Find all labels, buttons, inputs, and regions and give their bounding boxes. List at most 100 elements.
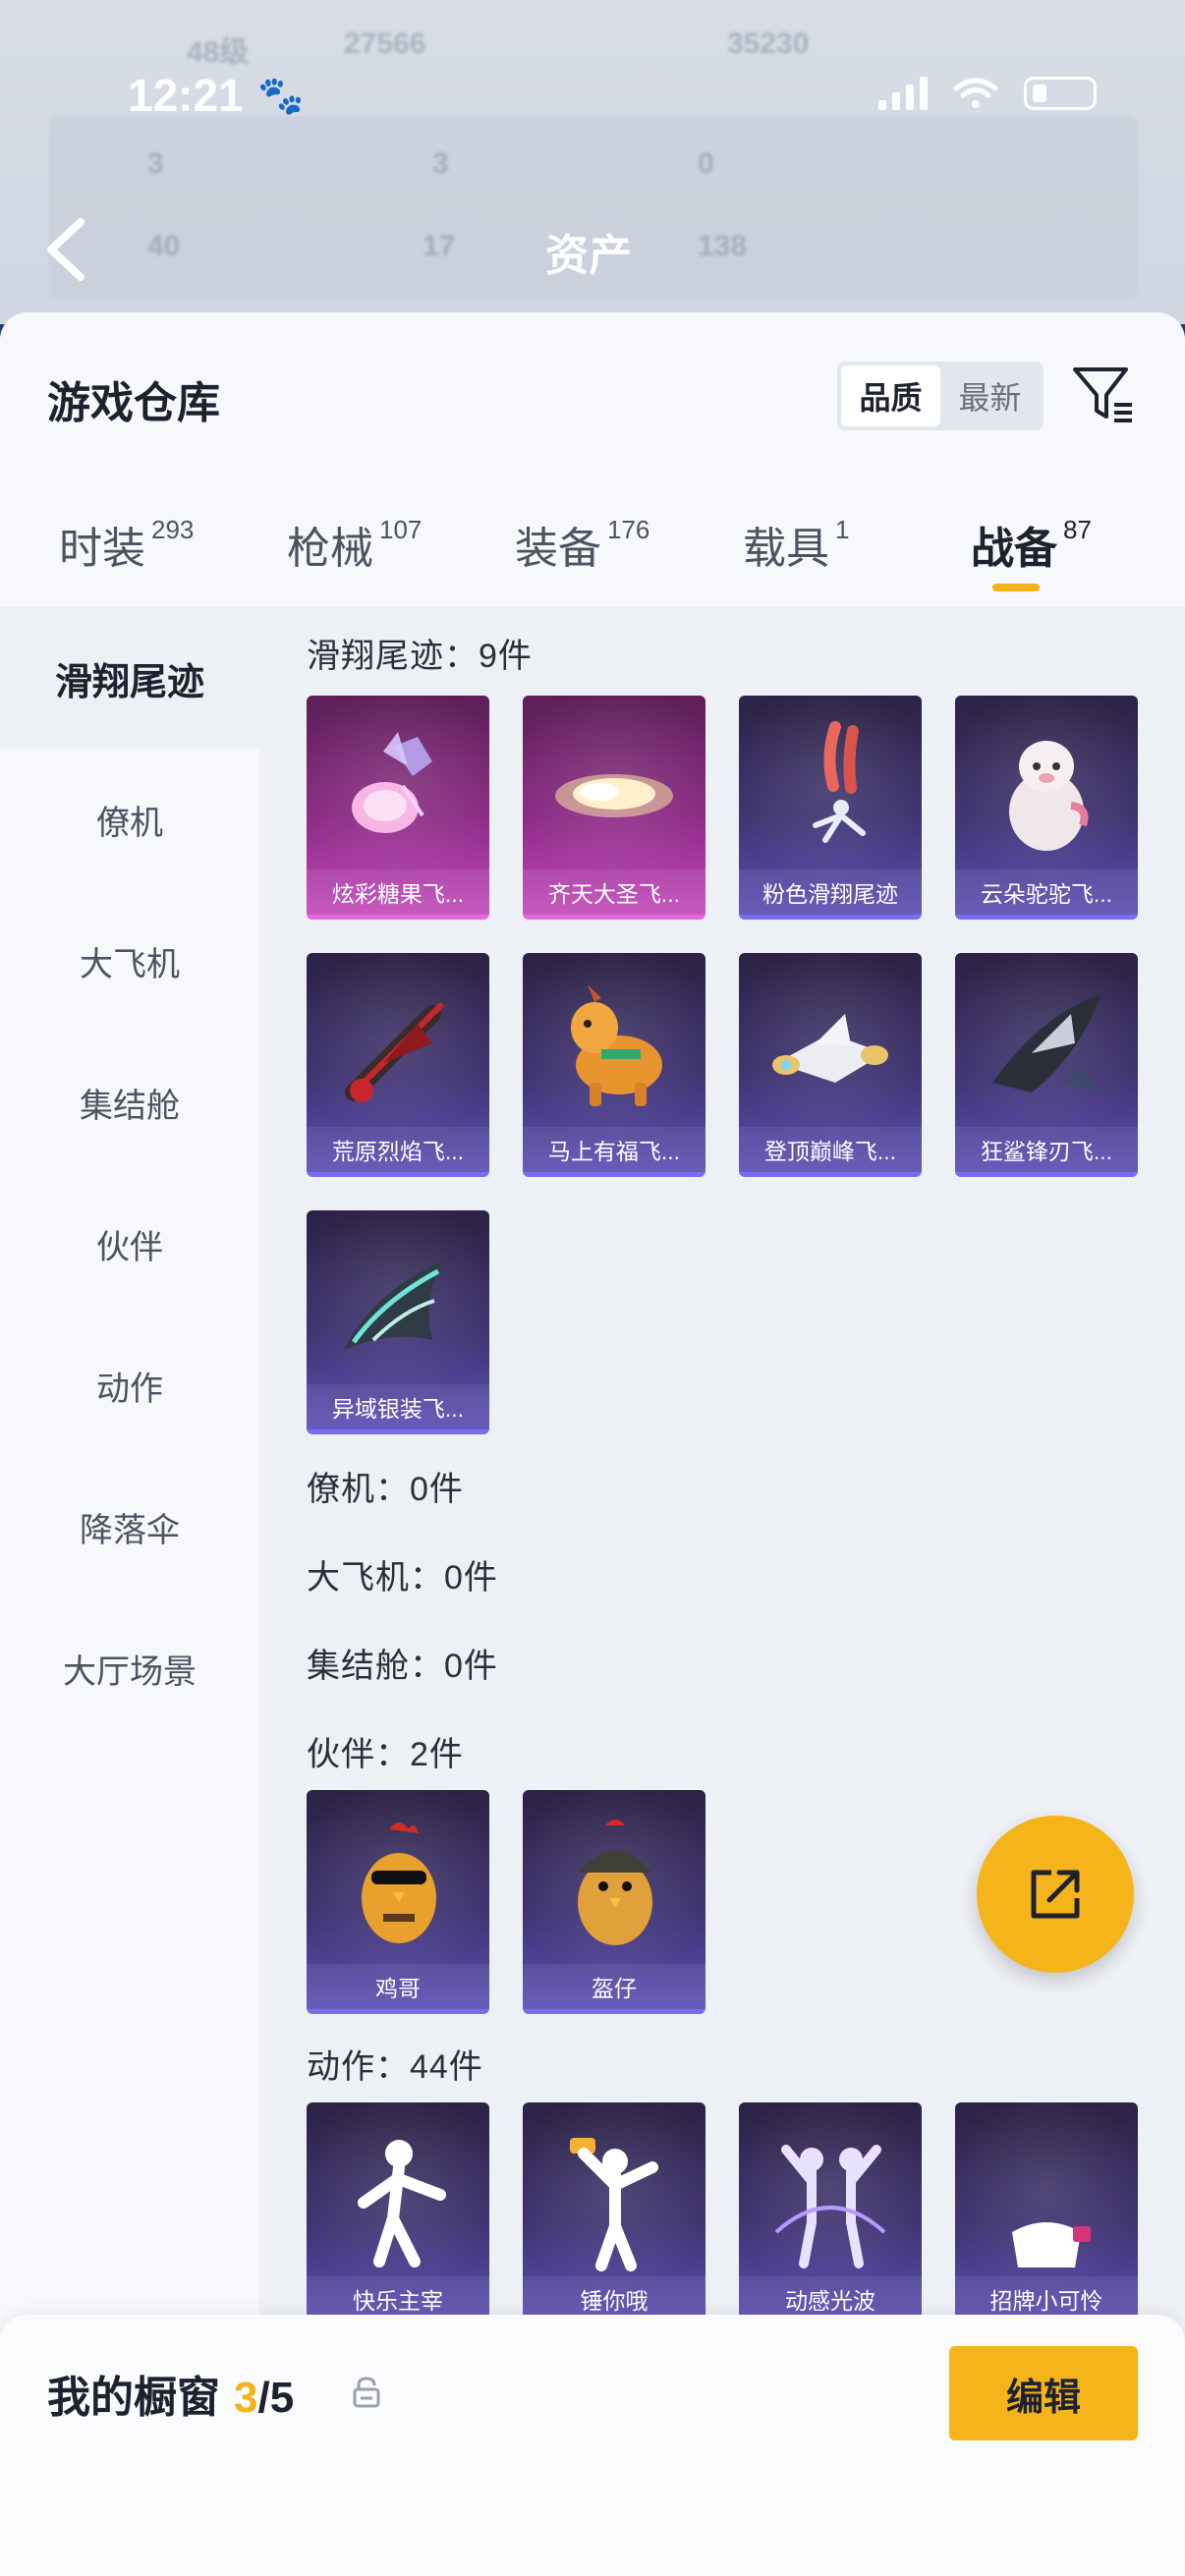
showcase-title: 我的橱窗 3 /5 xyxy=(47,2362,294,2425)
tab-guns[interactable]: 枪械 107 xyxy=(287,513,422,576)
tab-vehicles[interactable]: 载具 1 xyxy=(743,513,849,576)
sort-quality-button[interactable]: 品质 xyxy=(841,365,940,426)
item-name: 盔仔 xyxy=(523,1964,705,2009)
item-name: 狂鲨锋刃飞... xyxy=(955,1127,1138,1172)
item-card[interactable]: 异域银装飞... xyxy=(307,1210,489,1434)
sidebar-item-partner[interactable]: 伙伴 xyxy=(0,1173,259,1315)
tab-label: 时装 xyxy=(59,525,145,573)
section-label-glide: 滑翔尾迹：9件 xyxy=(307,638,533,675)
sidebar-item-big-plane[interactable]: 大飞机 xyxy=(0,890,259,1032)
assets-title: 资产 xyxy=(545,232,632,280)
tab-count: 1 xyxy=(835,515,850,544)
tab-count: 293 xyxy=(151,515,195,544)
tab-count: 87 xyxy=(1063,515,1092,544)
section-label-partner: 伙伴：2件 xyxy=(307,1736,464,1773)
battery-icon xyxy=(1024,77,1097,110)
tab-combat-gear[interactable]: 战备 87 xyxy=(971,513,1092,576)
section-label-action: 动作：44件 xyxy=(307,2048,483,2086)
item-card[interactable]: 狂鲨锋刃飞... xyxy=(955,953,1138,1177)
sidebar-item-capsule[interactable]: 集结舱 xyxy=(0,1032,259,1173)
showcase-total-count: /5 xyxy=(257,2374,295,2422)
item-card[interactable]: 招牌小可怜 xyxy=(955,2102,1138,2326)
item-card[interactable]: 云朵驼驼飞... xyxy=(955,696,1138,920)
sheet-title: 游戏仓库 xyxy=(47,379,220,427)
sort-toggle: 品质 最新 xyxy=(837,362,1044,430)
light-wave-pose-icon xyxy=(774,2145,886,2268)
item-card[interactable]: 动感光波 xyxy=(739,2102,922,2326)
item-card[interactable]: 马上有福飞... xyxy=(523,953,705,1177)
item-card[interactable]: 锤你哦 xyxy=(523,2102,705,2326)
item-card[interactable]: 鸡哥 xyxy=(307,1790,489,2014)
pitiful-pose-icon xyxy=(1012,2222,1091,2268)
tab-label: 战备 xyxy=(971,525,1057,573)
sidebar-item-glide-trail[interactable]: 滑翔尾迹 xyxy=(0,607,259,749)
hammer-pose-icon xyxy=(570,2138,658,2271)
section-label-wingman: 僚机：0件 xyxy=(307,1471,464,1508)
stat-value: 0 xyxy=(698,147,714,180)
paw-icon: 🐾 xyxy=(257,76,305,117)
section-label-capsule: 集结舱：0件 xyxy=(307,1648,498,1685)
candy-bouquet-icon xyxy=(352,732,432,833)
flame-glider-icon xyxy=(345,1001,445,1102)
item-name: 荒原烈焰飞... xyxy=(307,1127,489,1172)
status-time: 12:21 xyxy=(128,70,244,121)
item-card[interactable]: 粉色滑翔尾迹 xyxy=(739,696,922,920)
sidebar-item-action[interactable]: 动作 xyxy=(0,1315,259,1456)
sidebar-item-wingman[interactable]: 僚机 xyxy=(0,749,259,890)
stat-value: 138 xyxy=(698,230,748,262)
item-name: 马上有福飞... xyxy=(523,1127,705,1172)
edit-button[interactable]: 编辑 xyxy=(949,2346,1138,2440)
tab-indicator xyxy=(992,584,1040,591)
item-card[interactable]: 齐天大圣飞... xyxy=(523,696,705,920)
chicken-helmet-icon xyxy=(578,1820,652,1945)
showcase-used-count: 3 xyxy=(234,2374,258,2422)
item-name: 炫彩糖果飞... xyxy=(307,869,489,915)
item-name: 云朵驼驼飞... xyxy=(955,869,1138,915)
item-name: 齐天大圣飞... xyxy=(523,869,705,915)
stat-value: 3 xyxy=(147,147,164,180)
dance-pose-icon xyxy=(358,2140,446,2268)
level-text: 48级 xyxy=(187,36,250,69)
status-icons xyxy=(878,77,1097,110)
item-name: 鸡哥 xyxy=(307,1964,489,2009)
item-card[interactable]: 盔仔 xyxy=(523,1790,705,2014)
share-icon xyxy=(1031,1870,1080,1919)
horse-glider-icon xyxy=(571,984,662,1106)
pink-smoke-trail-icon xyxy=(813,721,866,843)
item-card[interactable]: 炫彩糖果飞... xyxy=(307,696,489,920)
back-arrow-icon[interactable] xyxy=(41,214,92,285)
wifi-icon xyxy=(953,78,998,108)
jet-glider-icon xyxy=(772,1014,888,1083)
item-name: 粉色滑翔尾迹 xyxy=(739,869,922,915)
chicken-sunglasses-icon xyxy=(362,1822,436,1943)
tab-count: 107 xyxy=(379,515,423,544)
showcase-bar: 我的橱窗 3 /5 编辑 xyxy=(0,2315,1185,2576)
sort-latest-button[interactable]: 最新 xyxy=(940,365,1040,426)
section-label-big-plane: 大飞机：0件 xyxy=(307,1559,498,1596)
tab-label: 装备 xyxy=(515,525,601,573)
tab-label: 枪械 xyxy=(287,525,373,573)
share-button[interactable] xyxy=(977,1816,1134,1973)
golden-cloud-icon xyxy=(555,774,673,817)
category-sidebar: 滑翔尾迹 僚机 大飞机 集结舱 伙伴 动作 降落伞 大厅场景 xyxy=(0,607,259,2576)
sidebar-item-lobby-scene[interactable]: 大厅场景 xyxy=(0,1597,259,1739)
item-grid-area: 滑翔尾迹：9件 炫彩糖果飞... 齐天大圣飞... 粉色滑翔尾迹 云朵驼驼飞..… xyxy=(259,607,1185,2326)
item-card[interactable]: 荒原烈焰飞... xyxy=(307,953,489,1177)
stat-value: 40 xyxy=(147,230,181,262)
score-text-2: 35230 xyxy=(727,28,810,60)
item-name: 异域银装飞... xyxy=(307,1384,489,1429)
lock-icon xyxy=(353,2377,380,2408)
stat-value: 3 xyxy=(432,147,449,180)
item-card[interactable]: 快乐主宰 xyxy=(307,2102,489,2326)
shark-glider-icon xyxy=(992,994,1100,1092)
silver-wing-icon xyxy=(344,1261,442,1350)
filter-icon[interactable] xyxy=(1071,362,1136,426)
score-text: 27566 xyxy=(344,28,426,60)
tab-equipment[interactable]: 装备 176 xyxy=(515,513,649,576)
item-card[interactable]: 登顶巅峰飞... xyxy=(739,953,922,1177)
tab-label: 载具 xyxy=(743,525,829,573)
sidebar-item-parachute[interactable]: 降落伞 xyxy=(0,1456,259,1597)
signal-icon xyxy=(878,77,928,110)
warehouse-sheet: 游戏仓库 品质 最新 时装 293 枪械 107 装备 176 载具 1 战备 87 滑翔… xyxy=(0,312,1185,2576)
tab-fashion[interactable]: 时装 293 xyxy=(59,513,194,576)
